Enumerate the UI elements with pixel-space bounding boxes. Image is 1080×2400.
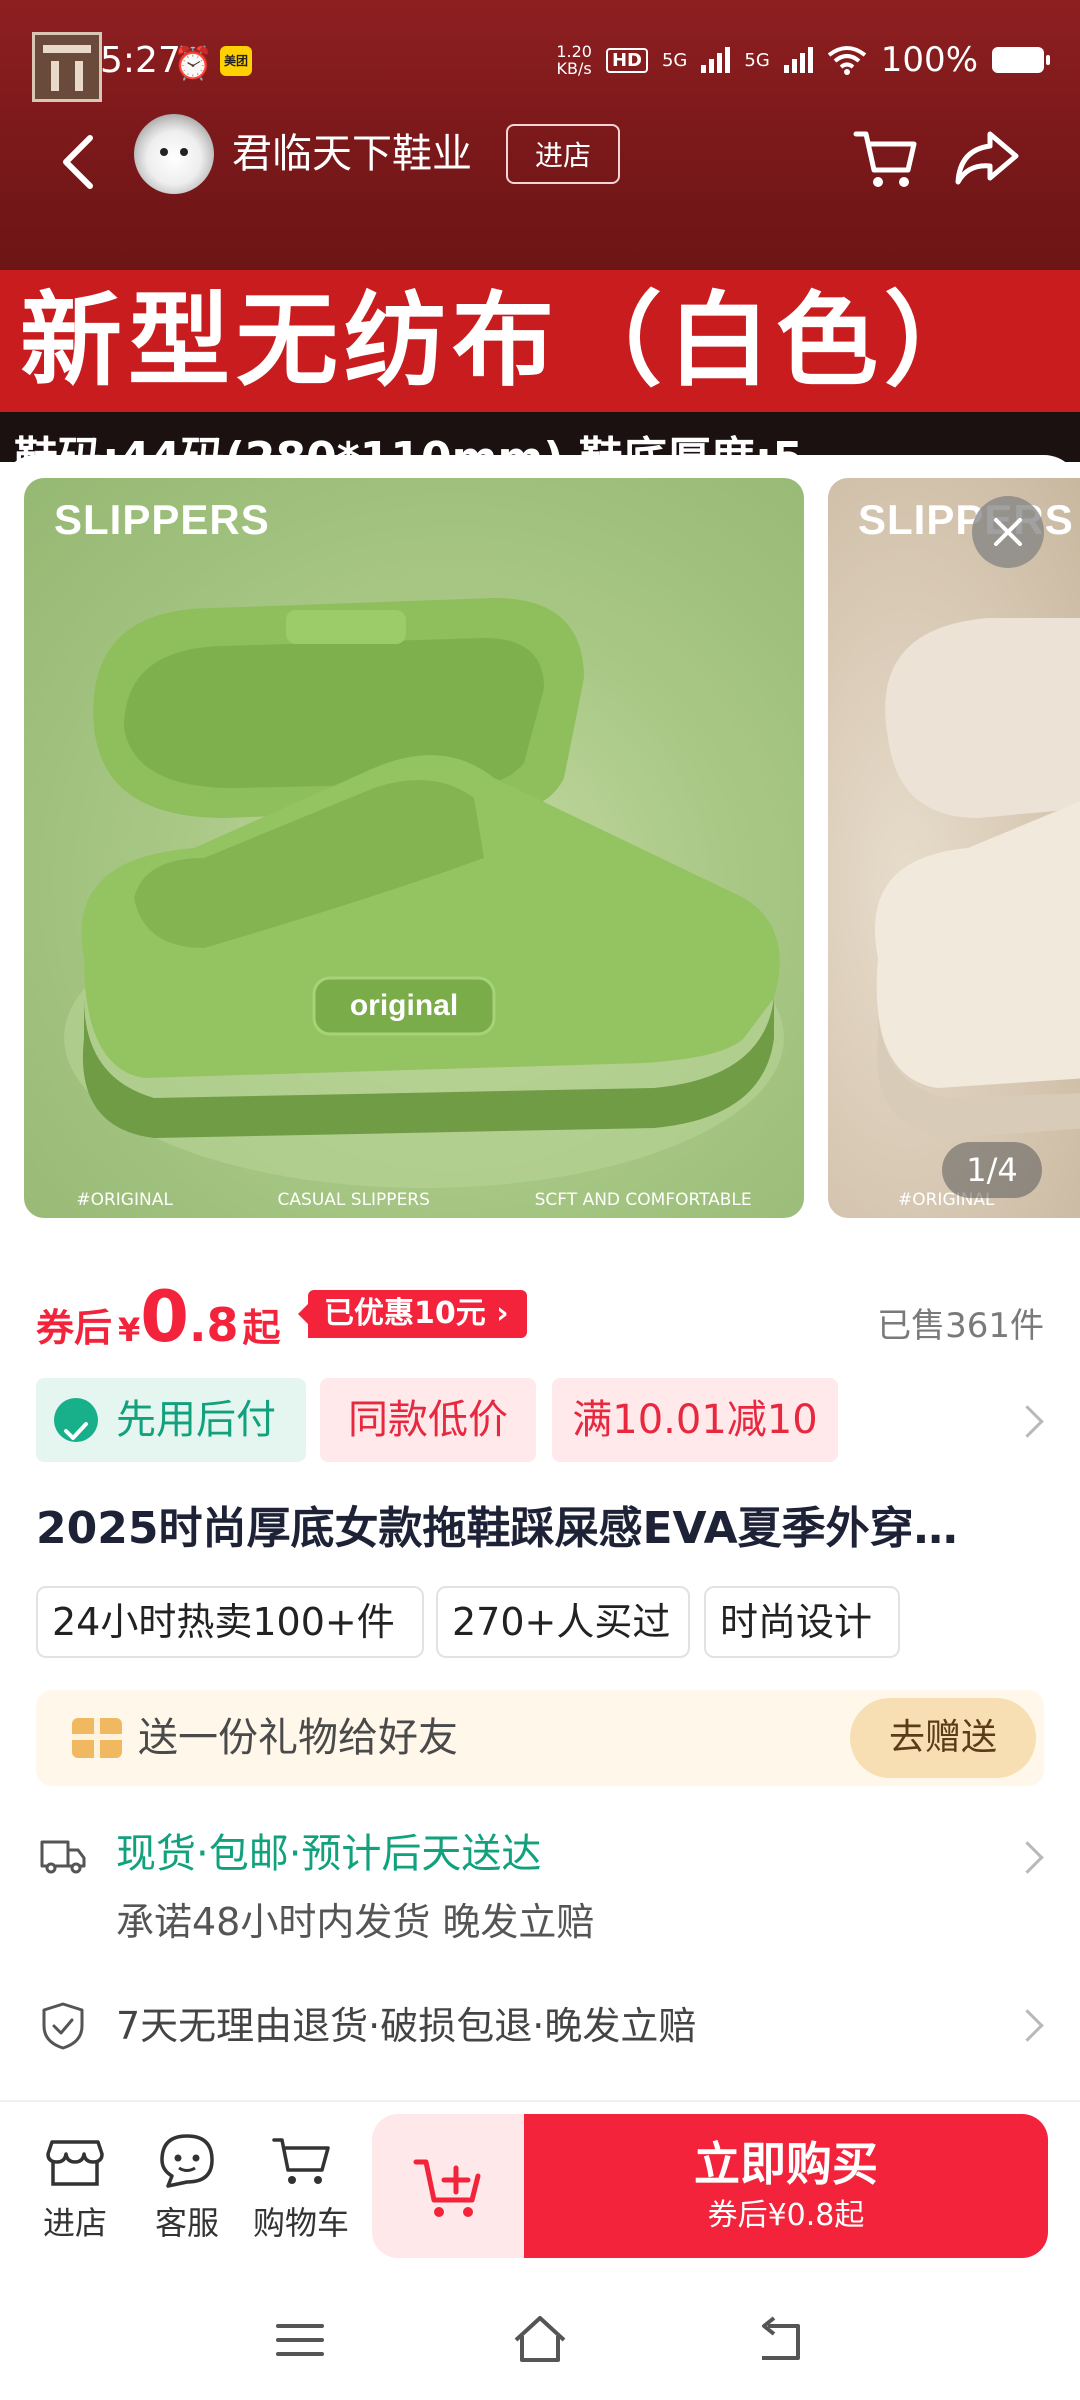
status-bar: 5:27 ⏰ 美团 1.20 KB/s HD 5G 5G 100% <box>0 0 1080 120</box>
home-icon[interactable] <box>510 2310 570 2370</box>
discount-badge[interactable]: 已优惠10元 › <box>298 1290 527 1338</box>
return-policy[interactable]: 7天无理由退货·破损包退·晚发立赔 <box>116 1998 696 2054</box>
buy-now-button[interactable]: 立即购买 券后¥0.8起 <box>524 2114 1048 2258</box>
share-icon <box>955 131 1019 185</box>
send-gift-button[interactable]: 去赠送 <box>850 1698 1036 1778</box>
share-button[interactable] <box>950 122 1022 194</box>
price-integer: 0 <box>140 1276 189 1358</box>
meituan-icon: 美团 <box>220 46 252 76</box>
status-indicators: 1.20 KB/s HD 5G 5G 100% <box>556 40 1050 80</box>
footer-tag: CASUAL SLIPPERS <box>277 1190 430 1210</box>
menu-icon[interactable] <box>272 2312 328 2368</box>
shoe-logo-text: original <box>350 989 458 1022</box>
gift-text: 送一份礼物给好友 <box>138 1715 458 1761</box>
verified-check-icon <box>54 1398 98 1442</box>
signal-5g-label: 5G <box>661 49 688 71</box>
cart-icon <box>272 2138 330 2184</box>
bottom-enter-shop-label: 进店 <box>42 2204 107 2242</box>
same-low-price-tag[interactable]: 同款低价 <box>320 1378 536 1462</box>
price-suffix: 起 <box>242 1306 281 1350</box>
footer-tag: #ORIGINAL <box>76 1190 173 1210</box>
green-slipper-image: original <box>64 598 784 1188</box>
back-arrow-icon <box>63 135 93 189</box>
banner-headline: 新型无纺布（白色） <box>20 282 992 401</box>
signal-bars-icon-2 <box>783 47 813 73</box>
feature-chip: 270+人买过 <box>436 1586 690 1658</box>
back-nav-icon[interactable] <box>752 2312 808 2368</box>
price-currency: ¥ <box>118 1311 141 1349</box>
price-prefix: 券后 <box>36 1306 113 1350</box>
feature-chip: 24小时热卖100+件 <box>36 1586 424 1658</box>
customer-service-label: 客服 <box>154 2204 219 2242</box>
battery-percent: 100% <box>880 40 978 80</box>
chat-service-icon <box>160 2134 214 2188</box>
close-gallery-button[interactable] <box>972 496 1044 568</box>
buy-now-label: 立即购买 <box>694 2137 878 2191</box>
price-row: 券后 ¥ 0 .8 起 <box>36 1282 281 1352</box>
battery-icon <box>992 47 1050 73</box>
product-title: 2025时尚厚底女款拖鞋踩屎感EVA夏季外穿… <box>36 1503 958 1554</box>
pay-later-label: 先用后付 <box>116 1397 276 1443</box>
shop-avatar[interactable] <box>134 114 214 194</box>
gallery-image-2[interactable]: SLIPPERS #ORIGINAL <box>828 478 1080 1218</box>
system-nav-bar <box>0 2280 1080 2400</box>
enter-shop-button[interactable]: 进店 <box>506 124 620 184</box>
gift-row[interactable]: 送一份礼物给好友 去赠送 <box>36 1690 1044 1786</box>
gift-icon <box>72 1718 122 1758</box>
store-icon <box>46 2140 104 2186</box>
network-speed: 1.20 KB/s <box>556 42 592 78</box>
shipping-promise: 承诺48小时内发货 晚发立赔 <box>116 1900 595 1944</box>
add-cart-icon <box>413 2159 481 2217</box>
shop-name[interactable]: 君临天下鞋业 <box>232 126 472 182</box>
cart-button[interactable] <box>850 122 922 194</box>
wifi-icon <box>827 46 867 75</box>
pay-later-tag[interactable]: 先用后付 <box>36 1378 306 1462</box>
shipping-summary[interactable]: 现货·包邮·预计后天送达 <box>116 1826 541 1882</box>
feature-chip: 时尚设计 <box>704 1586 900 1658</box>
bottom-cart-label: 购物车 <box>252 2204 349 2242</box>
signal-5g-label-2: 5G <box>744 49 770 71</box>
bottom-cart-button[interactable]: 购物车 <box>253 2128 349 2242</box>
gallery-page-indicator: 1/4 <box>942 1142 1042 1198</box>
close-icon <box>994 518 1022 546</box>
cream-slipper-image <box>874 618 1080 1138</box>
signal-bars-icon <box>701 47 731 73</box>
sold-count: 已售361件 <box>877 1306 1044 1346</box>
coupon-tag[interactable]: 满10.01减10 <box>552 1378 838 1462</box>
bottom-enter-shop-button[interactable]: 进店 <box>40 2128 110 2242</box>
gallery-image-1[interactable]: SLIPPERS original #ORIGINAL CASUAL SLIPP… <box>24 478 804 1218</box>
buy-now-price: 券后¥0.8起 <box>707 2198 865 2233</box>
truck-icon <box>38 1830 88 1880</box>
shield-icon <box>40 2000 86 2052</box>
footer-tag: SCFT AND COMFORTABLE <box>534 1190 752 1210</box>
alarm-icon: ⏰ <box>173 44 213 82</box>
status-time: 5:27 <box>100 40 181 81</box>
app-logo-icon <box>32 32 102 102</box>
price-decimal: .8 <box>189 1298 239 1352</box>
cart-icon <box>853 131 917 187</box>
gallery-footer-tags: #ORIGINAL CASUAL SLIPPERS SCFT AND COMFO… <box>24 1190 804 1210</box>
back-button[interactable] <box>50 120 110 200</box>
customer-service-button[interactable]: 客服 <box>152 2128 222 2242</box>
hd-icon: HD <box>605 47 648 73</box>
add-to-cart-button[interactable] <box>372 2114 524 2258</box>
